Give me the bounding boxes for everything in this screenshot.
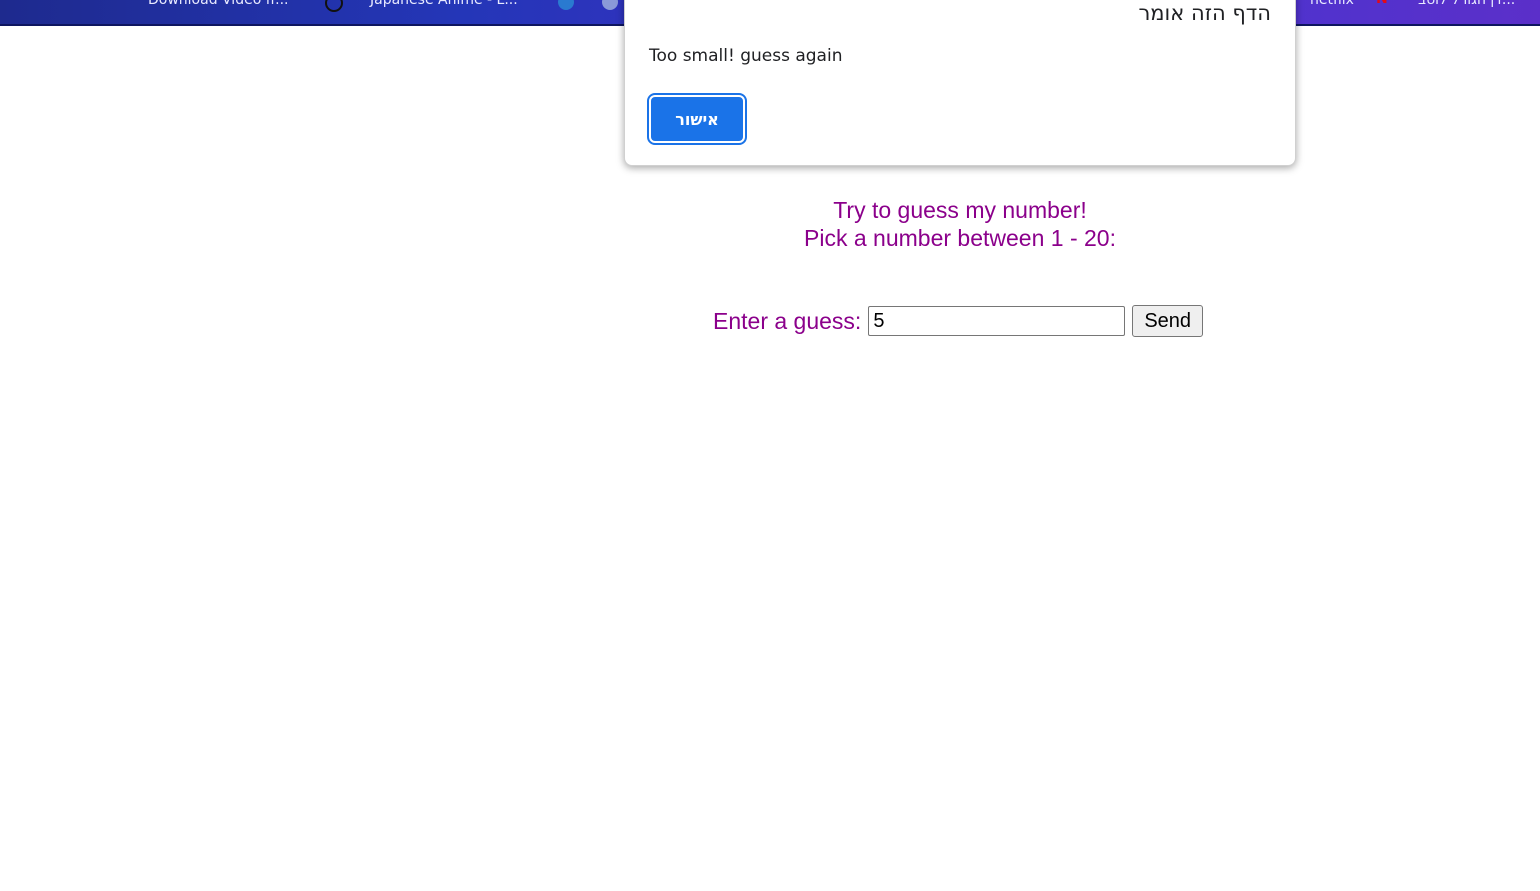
download-icon bbox=[325, 0, 343, 12]
bookmark-icon bbox=[602, 0, 618, 10]
guess-label: Enter a guess: bbox=[713, 307, 862, 334]
bookmark-download-video[interactable]: Download Video fr... bbox=[148, 0, 288, 8]
bookmark-hebrew[interactable]: ...דן הגורל לוטב bbox=[1418, 0, 1515, 8]
netflix-icon: N bbox=[1376, 0, 1388, 7]
bookmark-japanese-anime[interactable]: Japanese Anime - L... bbox=[370, 0, 518, 8]
star-icon bbox=[558, 0, 574, 10]
ok-button[interactable]: אישור bbox=[647, 93, 747, 145]
instruction-line-1: Try to guess my number! bbox=[833, 197, 1087, 223]
dialog-message: Too small! guess again bbox=[649, 46, 843, 66]
bookmark-netflix[interactable]: netflix bbox=[1310, 0, 1354, 8]
guess-input[interactable] bbox=[868, 306, 1126, 336]
alert-dialog: הדף הזה אומר Too small! guess again אישו… bbox=[624, 0, 1296, 166]
bookmarks-overflow[interactable]: ·· bbox=[28, 0, 37, 8]
dialog-title: הדף הזה אומר bbox=[1138, 1, 1271, 25]
send-button[interactable]: Send bbox=[1132, 305, 1204, 337]
guess-form: Enter a guess: Send bbox=[713, 305, 1204, 337]
instructions: Try to guess my number! Pick a number be… bbox=[660, 196, 1260, 252]
instruction-line-2: Pick a number between 1 - 20: bbox=[804, 225, 1116, 251]
